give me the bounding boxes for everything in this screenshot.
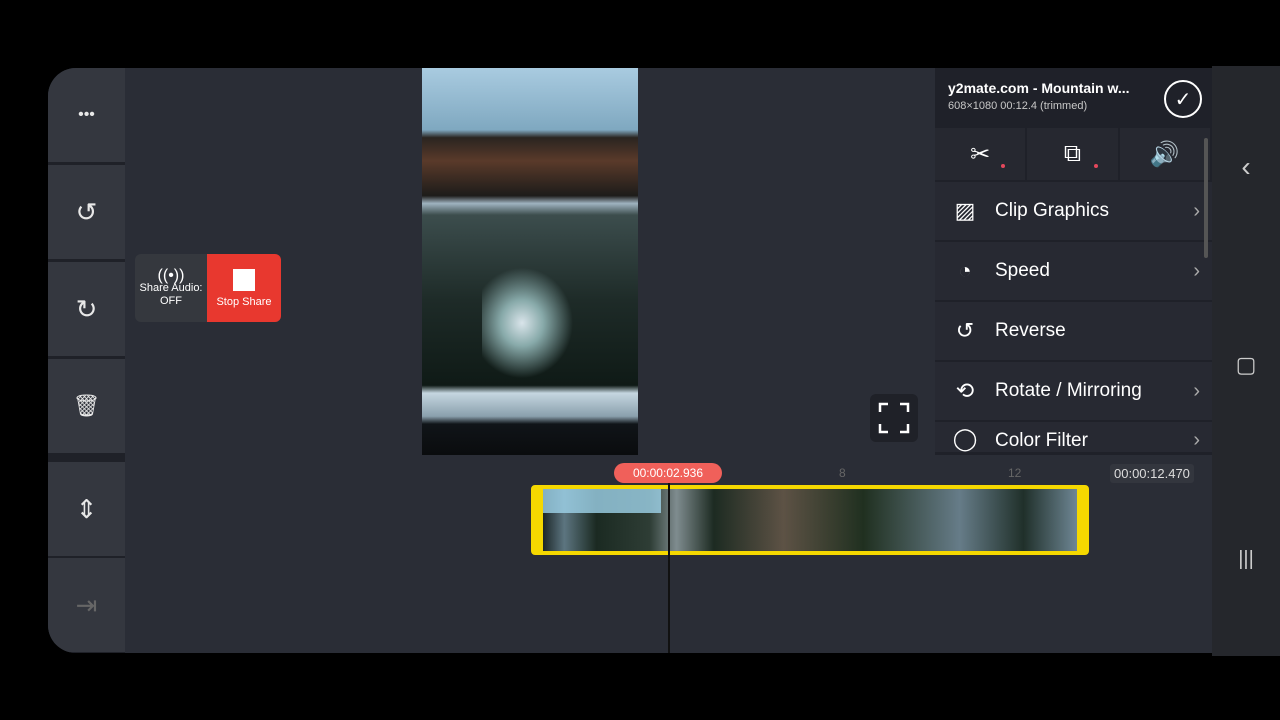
menu-item-speed[interactable]: ◔ Speed ›: [935, 242, 1212, 300]
video-clip[interactable]: [531, 485, 1089, 555]
share-audio-label: Share Audio:: [139, 281, 203, 294]
tab-volume[interactable]: 🔊: [1119, 128, 1210, 180]
screen-share-overlay: ((•)) Share Audio: OFF Stop Share: [135, 254, 281, 322]
export-button[interactable]: ⇥: [48, 558, 125, 652]
timeline-layout-button[interactable]: ⇕: [48, 462, 125, 556]
redo-button[interactable]: ↻: [48, 262, 125, 356]
video-preview[interactable]: [422, 68, 638, 455]
menu-item-reverse[interactable]: ↺ Reverse: [935, 302, 1212, 360]
color-filter-icon: ◯: [952, 426, 978, 451]
layers-icon: ⧉: [1063, 140, 1082, 167]
scissors-icon: ✂: [970, 140, 991, 168]
system-nav-bar: ‹ ▢ |||: [1212, 66, 1280, 656]
expand-icon: ⇕: [75, 493, 98, 524]
rotate-icon: ⟲: [955, 378, 975, 403]
more-icon: •••: [78, 106, 95, 123]
editor-app: ••• ↺ ↻ 🗑 ((•)) Share Audio: OFF Stop Sh…: [48, 68, 1212, 653]
end-time: 00:00:12.470: [1110, 464, 1194, 483]
undo-button[interactable]: ↺: [48, 165, 125, 259]
fullscreen-icon: [878, 402, 910, 434]
wifi-icon: ((•)): [157, 266, 185, 284]
current-time: 00:00:02.936: [614, 463, 722, 483]
stop-share-button[interactable]: Stop Share: [207, 254, 281, 322]
stop-share-label: Stop Share: [216, 295, 272, 308]
chevron-right-icon: ›: [1193, 379, 1200, 402]
chevron-right-icon: ›: [1193, 429, 1200, 451]
volume-icon: 🔊: [1149, 140, 1180, 168]
menu-label: Speed: [995, 260, 1050, 281]
panel-header: y2mate.com - Mountain w... 608×1080 00:1…: [935, 68, 1212, 128]
stop-icon: [233, 268, 255, 291]
chevron-right-icon: ›: [1193, 199, 1200, 222]
more-button[interactable]: •••: [48, 68, 125, 162]
speed-icon: ◔: [958, 258, 972, 283]
menu-label: Reverse: [995, 320, 1066, 341]
check-icon: ✓: [1174, 88, 1192, 111]
waterfall-image: [482, 258, 582, 388]
share-audio-button[interactable]: ((•)) Share Audio: OFF: [135, 254, 207, 322]
clip-graphics-icon: ▨: [954, 198, 976, 223]
chevron-right-icon: ›: [1193, 259, 1200, 282]
menu-item-color-filter[interactable]: ◯ Color Filter ›: [935, 422, 1212, 452]
clip-options-panel: y2mate.com - Mountain w... 608×1080 00:1…: [935, 68, 1212, 455]
tab-layers[interactable]: ⧉: [1027, 128, 1118, 180]
menu-label: Clip Graphics: [995, 200, 1110, 221]
undo-icon: ↺: [75, 196, 98, 227]
delete-button[interactable]: 🗑: [48, 359, 125, 453]
trash-icon: 🗑: [72, 393, 101, 418]
reverse-icon: ↺: [955, 318, 975, 343]
tab-trim[interactable]: ✂: [935, 128, 1026, 180]
menu-item-rotate-mirroring[interactable]: ⟲ Rotate / Mirroring ›: [935, 362, 1212, 420]
home-icon[interactable]: ▢: [1236, 352, 1257, 378]
back-icon[interactable]: ‹: [1241, 151, 1250, 183]
redo-icon: ↻: [75, 293, 98, 324]
export-icon: ⇥: [75, 589, 98, 620]
clip-thumbnail-label: [543, 489, 661, 513]
done-button[interactable]: ✓: [1164, 80, 1202, 118]
menu-label: Rotate / Mirroring: [995, 380, 1142, 401]
playhead[interactable]: [668, 472, 670, 653]
menu-item-clip-graphics[interactable]: ▨ Clip Graphics ›: [935, 182, 1212, 240]
recents-icon[interactable]: |||: [1238, 548, 1254, 571]
ruler-tick: 8: [839, 466, 846, 480]
menu-label: Color Filter: [995, 430, 1088, 451]
share-audio-state: OFF: [160, 294, 182, 307]
panel-scrollbar[interactable]: [1204, 138, 1208, 258]
fullscreen-button[interactable]: [870, 394, 918, 442]
ruler-tick: 12: [1008, 466, 1022, 480]
